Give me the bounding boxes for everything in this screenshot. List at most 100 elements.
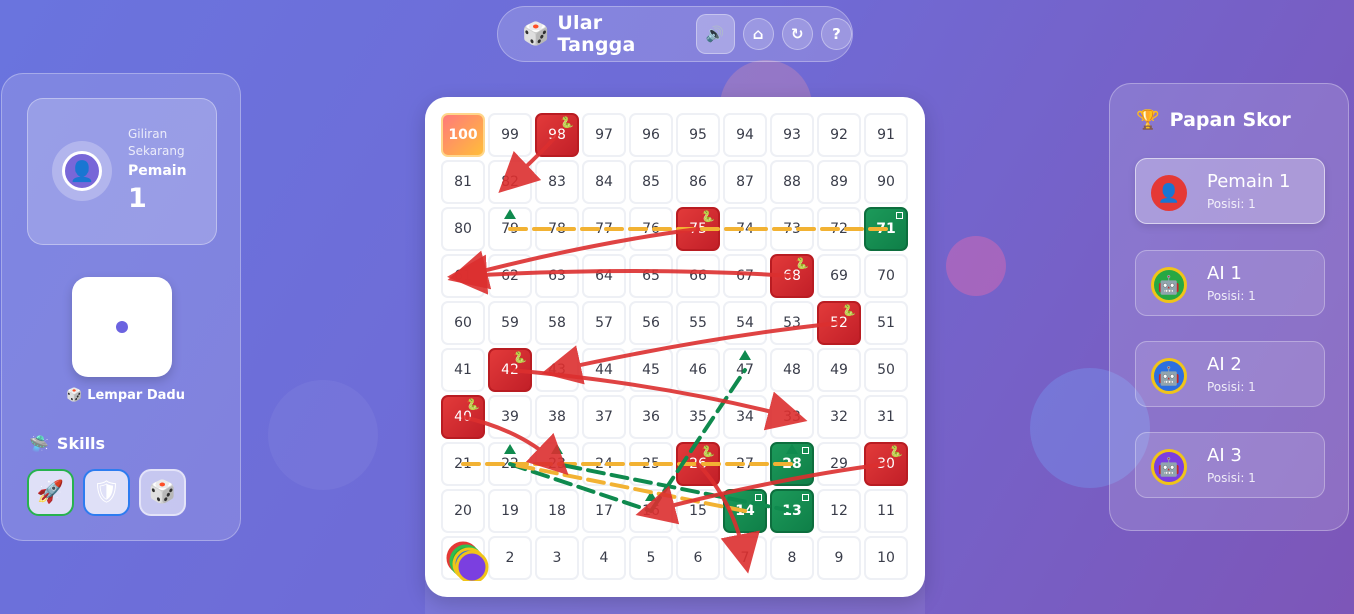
turn-player-name: Pemain [128,163,187,179]
board-cell-62: 62 [488,254,532,298]
board-cell-4: 4 [582,536,626,580]
robot-icon: 🤖 [1151,449,1187,485]
board-cell-56: 56 [629,301,673,345]
snake-icon: 🐍 [889,445,903,458]
top-bar: 🎲 Ular Tangga 🔊 ⌂ ↻ ? [497,6,853,62]
board-cell-44: 44 [582,348,626,392]
score-player-position: Posisi: 1 [1207,471,1256,485]
skill-dice-button[interactable]: 🎲 [139,469,186,516]
board-cell-43: 43 [535,348,579,392]
board-cell-41: 41 [441,348,485,392]
board-cell-90: 90 [864,160,908,204]
bg-bubble [946,236,1006,296]
help-icon: ? [832,25,841,43]
dice-icon: 🎲 [148,480,177,505]
board-cell-54: 54 [723,301,767,345]
board-cell-75: 75 🐍 [676,207,720,251]
board-cell-26: 26 🐍 [676,442,720,486]
board-cell-31: 31 [864,395,908,439]
current-turn-card: 👤 Giliran Sekarang Pemain 1 [27,98,217,245]
skill-shield-button[interactable]: 🛡 [83,469,130,516]
board-cell-12: 12 [817,489,861,533]
board-cell-59: 59 [488,301,532,345]
ladder-marker-icon [896,212,903,219]
board-cell-32: 32 [817,395,861,439]
snake-icon: 🐍 [701,445,715,458]
score-card-player-1[interactable]: 👤 Pemain 1 Posisi: 1 [1135,158,1325,224]
snake-icon: 🐍 [701,210,715,223]
board-cell-81: 81 [441,160,485,204]
board-cell-94: 94 [723,113,767,157]
robot-icon: 🤖 [1151,358,1187,394]
board-cell-8: 8 [770,536,814,580]
board-cell-34: 34 [723,395,767,439]
board-cell-24: 24 [582,442,626,486]
home-icon: ⌂ [752,25,764,43]
robot-icon: 🤖 [1151,267,1187,303]
board-cell-82: 82 [488,160,532,204]
board-cell-45: 45 [629,348,673,392]
board-cell-93: 93 [770,113,814,157]
board-cell-9: 9 [817,536,861,580]
rocket-icon: 🚀 [36,480,65,505]
restart-button[interactable]: ↻ [781,18,813,50]
board-cell-96: 96 [629,113,673,157]
volume-button[interactable]: 🔊 [695,14,735,54]
board-cell-65: 65 [629,254,673,298]
ladder-marker-icon [802,447,809,454]
board-cell-98: 98 🐍 [535,113,579,157]
board-cell-17: 17 [582,489,626,533]
board-cell-10: 10 [864,536,908,580]
scoreboard-title: Papan Skor [1169,108,1291,131]
board-cell-77: 77 [582,207,626,251]
board-cell-86: 86 [676,160,720,204]
restart-icon: ↻ [790,25,804,43]
board-cell-97: 97 [582,113,626,157]
score-player-name: Pemain 1 [1207,171,1291,192]
board-cell-99: 99 [488,113,532,157]
board-grid: 100 99 98 🐍 97 96 95 94 93 92 91 81 82 83 84 85 86 87 88 89… [441,113,909,581]
snake-icon: 🐍 [466,398,480,411]
board-cell-22: 22 [488,442,532,486]
board-cell-38: 38 [535,395,579,439]
board-cell-50: 50 [864,348,908,392]
dice-icon: 🎲 [522,21,550,47]
score-player-position: Posisi: 1 [1207,380,1256,394]
dice[interactable] [72,277,172,377]
snake-icon: 🐍 [560,116,574,129]
board-cell-68: 68 🐍 [770,254,814,298]
score-player-name: AI 1 [1207,263,1242,284]
score-player-position: Posisi: 1 [1207,289,1256,303]
score-card-ai-3[interactable]: 🤖 AI 3 Posisi: 1 [1135,432,1325,498]
score-player-name: AI 3 [1207,445,1242,466]
board-cell-84: 84 [582,160,626,204]
board-cell-5: 5 [629,536,673,580]
board-cell-92: 92 [817,113,861,157]
skills-title: Skills [56,434,106,453]
bg-bubble [268,380,378,490]
board-cell-69: 69 [817,254,861,298]
board-cell-23: 23 [535,442,579,486]
board-cell-18: 18 [535,489,579,533]
board-cell-61: 61 [441,254,485,298]
board-cell-87: 87 [723,160,767,204]
board-cell-66: 66 [676,254,720,298]
game-board: 100 99 98 🐍 97 96 95 94 93 92 91 81 82 83 84 85 86 87 88 89… [425,97,925,597]
score-card-ai-2[interactable]: 🤖 AI 2 Posisi: 1 [1135,341,1325,407]
board-cell-85: 85 [629,160,673,204]
scoreboard-heading: 🏆 Papan Skor [1136,108,1291,132]
trophy-icon: 🏆 [1136,109,1160,131]
help-button[interactable]: ? [820,18,852,50]
roll-dice-button[interactable]: 🎲 Lempar Dadu [66,388,185,403]
skill-rocket-button[interactable]: 🚀 [27,469,74,516]
board-cell-76: 76 [629,207,673,251]
board-cell-70: 70 [864,254,908,298]
avatar-ring: 👤 [52,141,112,201]
board-cell-40: 40 🐍 [441,395,485,439]
score-card-ai-1[interactable]: 🤖 AI 1 Posisi: 1 [1135,250,1325,316]
skills-heading: 🛸 Skills [29,434,105,453]
board-cell-53: 53 [770,301,814,345]
home-button[interactable]: ⌂ [742,18,774,50]
board-cell-89: 89 [817,160,861,204]
board-cell-95: 95 [676,113,720,157]
